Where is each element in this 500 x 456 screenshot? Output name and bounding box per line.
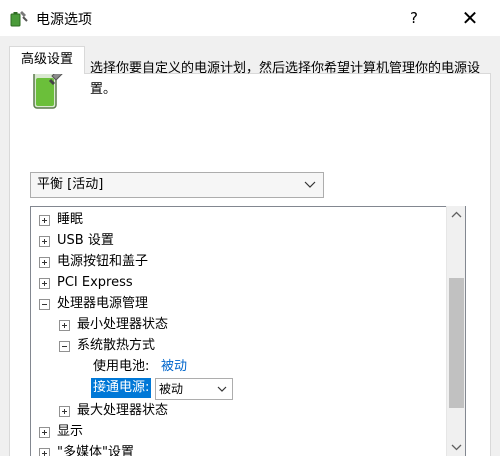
chevron-down-icon — [304, 181, 316, 188]
collapse-toggle[interactable] — [59, 341, 70, 352]
tree-item-label: 电源按钮和盖子 — [57, 254, 149, 269]
tree-item-label: 最小处理器状态 — [77, 317, 169, 332]
plugged-in-value: 被动 — [159, 382, 184, 396]
tree-scrollbar[interactable] — [446, 206, 465, 456]
power-options-icon — [10, 11, 28, 27]
collapse-toggle[interactable] — [39, 299, 50, 310]
description-text: 选择你要自定义的电源计划，然后选择你希望计算机管理你的电源设置。 — [90, 61, 481, 97]
expand-toggle[interactable] — [59, 406, 70, 417]
scroll-thumb[interactable] — [449, 278, 464, 408]
power-plan-value: 平衡 [活动] — [37, 177, 104, 192]
expand-toggle[interactable] — [39, 215, 50, 226]
expand-toggle[interactable] — [39, 236, 50, 247]
scroll-down-icon[interactable] — [447, 437, 466, 456]
expand-toggle[interactable] — [39, 257, 50, 268]
tree-item-label: "多媒体"设置 — [57, 445, 134, 456]
tree-item-label: 处理器电源管理 — [57, 296, 149, 311]
close-button[interactable]: ✕ — [450, 4, 490, 32]
expand-toggle[interactable] — [39, 278, 50, 289]
help-button[interactable]: ? — [395, 4, 433, 32]
expand-toggle[interactable] — [39, 448, 50, 456]
setting-label-selected: 接通电源: — [91, 378, 152, 398]
tree-item-plugged-in[interactable]: 接通电源: 被动 — [91, 378, 251, 401]
setting-value-link[interactable]: 被动 — [161, 357, 187, 377]
chevron-down-icon — [217, 386, 227, 392]
tree-item-label: 系统散热方式 — [77, 338, 156, 353]
title-bar: 电源选项 ? ✕ — [0, 0, 500, 36]
expand-toggle[interactable] — [39, 427, 50, 438]
tree-item-label: 最大处理器状态 — [77, 403, 169, 418]
scroll-up-icon[interactable] — [447, 206, 466, 225]
expand-toggle[interactable] — [59, 320, 70, 331]
tree-item-label: USB 设置 — [57, 233, 114, 248]
tree-item-label: PCI Express — [57, 275, 133, 290]
tab-advanced-settings[interactable]: 高级设置 — [9, 46, 85, 74]
settings-tree[interactable]: 睡眠 USB 设置 电源按钮和盖子 PCI Express 处理器电源管理 最小… — [30, 206, 466, 456]
power-plan-select[interactable]: 平衡 [活动] — [30, 172, 324, 198]
setting-label: 使用电池: — [93, 359, 150, 374]
window-title: 电源选项 — [36, 12, 92, 28]
plugged-in-select[interactable]: 被动 — [155, 378, 233, 400]
tree-item-label: 显示 — [57, 424, 84, 439]
tree-item-label: 睡眠 — [57, 212, 84, 227]
